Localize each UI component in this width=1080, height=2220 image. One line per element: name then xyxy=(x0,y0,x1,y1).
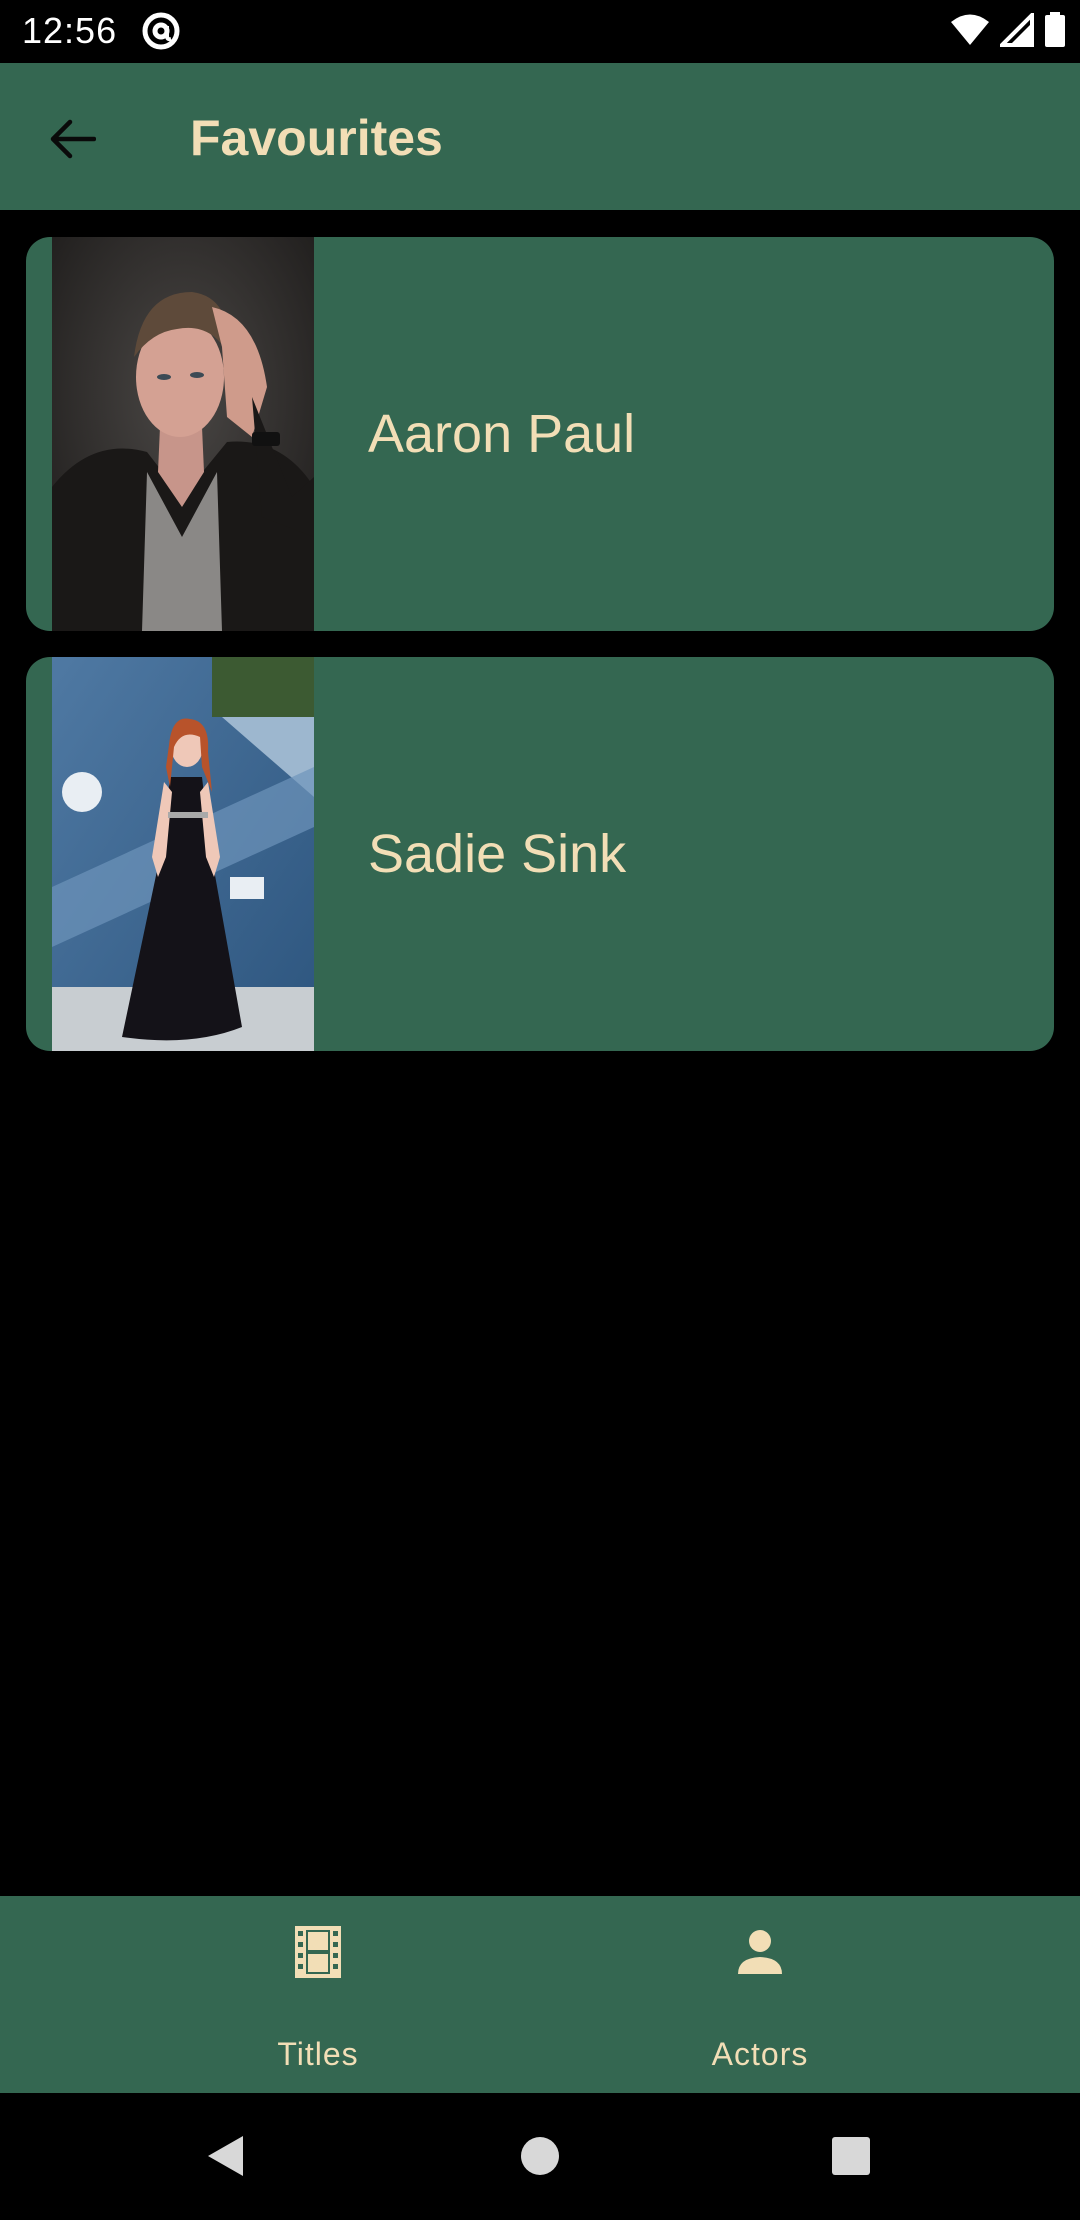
app-bar: Favourites xyxy=(0,63,1080,210)
system-navigation-bar xyxy=(0,2093,1080,2220)
arrow-back-icon xyxy=(50,119,96,159)
person-icon xyxy=(730,1922,790,1982)
battery-icon xyxy=(1044,12,1066,53)
at-sign-icon xyxy=(142,12,180,50)
nav-label-titles: Titles xyxy=(277,2036,359,2072)
triangle-back-icon xyxy=(208,2136,243,2176)
nav-label-actors: Actors xyxy=(711,2036,809,2072)
circle-home-icon xyxy=(521,2137,559,2175)
wifi-icon xyxy=(950,13,990,52)
actor-photo-sadie-sink xyxy=(52,657,314,1051)
actor-name: Aaron Paul xyxy=(368,404,636,464)
actor-name: Sadie Sink xyxy=(368,824,627,884)
square-recents-icon xyxy=(832,2137,870,2175)
film-icon xyxy=(288,1922,348,1982)
favourite-card[interactable]: Aaron Paul xyxy=(26,237,1054,631)
page-title: Favourites xyxy=(190,110,443,166)
nav-item-titles[interactable]: Titles xyxy=(168,1896,468,2093)
system-back-button[interactable] xyxy=(192,2123,258,2189)
actor-photo-aaron-paul xyxy=(52,237,314,631)
favourite-card[interactable]: Sadie Sink xyxy=(26,657,1054,1051)
system-recents-button[interactable] xyxy=(818,2123,884,2189)
bottom-navigation: Titles Actors xyxy=(0,1896,1080,2093)
status-time: 12:56 xyxy=(22,10,118,51)
system-home-button[interactable] xyxy=(507,2123,573,2189)
status-icons xyxy=(950,10,1066,53)
nav-item-actors[interactable]: Actors xyxy=(610,1896,910,2093)
status-bar: 12:56 xyxy=(0,0,1080,63)
signal-icon xyxy=(997,10,1034,52)
back-button[interactable] xyxy=(40,106,106,172)
